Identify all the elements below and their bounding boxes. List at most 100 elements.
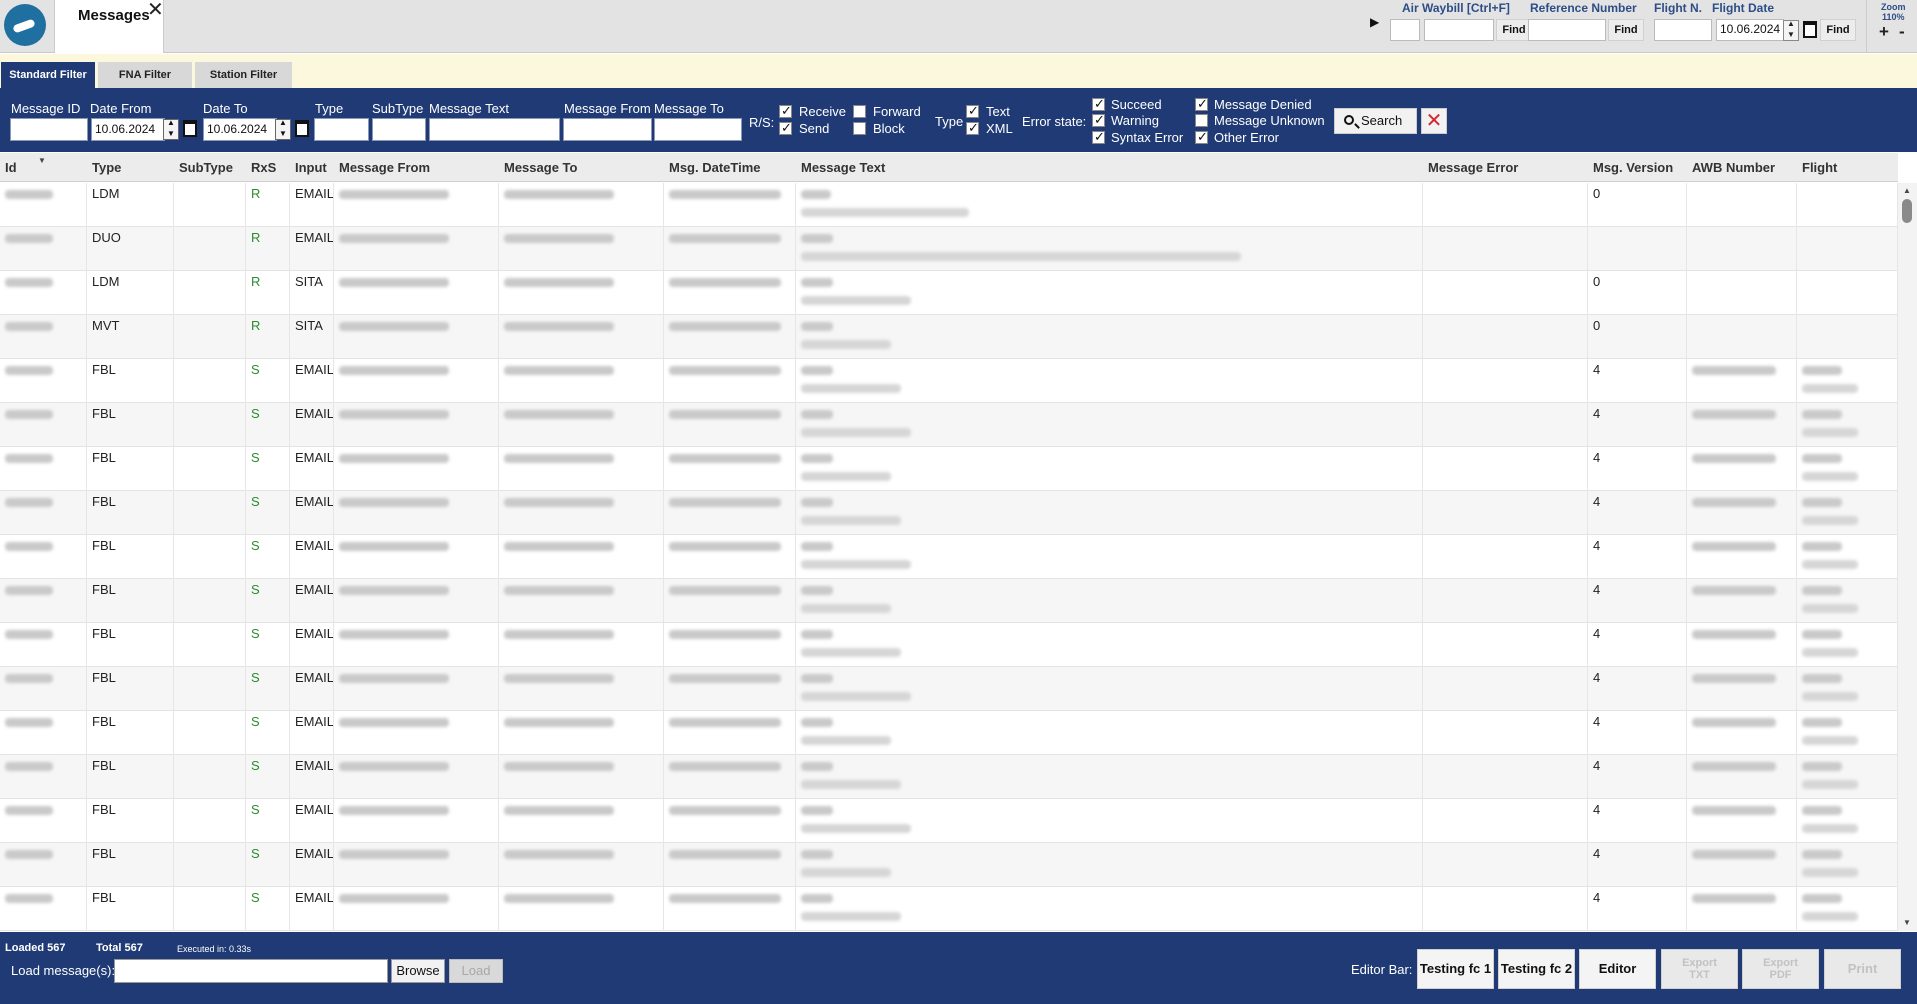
col-awb-number[interactable]: AWB Number: [1687, 153, 1797, 182]
text-checkbox[interactable]: [966, 103, 979, 119]
scroll-down-icon[interactable]: ▼: [1903, 918, 1911, 927]
cell-type: FBL: [87, 623, 174, 667]
col-subtype[interactable]: SubType: [174, 153, 246, 182]
cell-error: [1423, 227, 1588, 271]
col-msg-version[interactable]: Msg. Version: [1588, 153, 1687, 182]
col-input[interactable]: Input: [290, 153, 334, 182]
message-to-input[interactable]: [654, 118, 742, 141]
table-row[interactable]: FBL S EMAIL 4: [0, 403, 1898, 447]
testing-fc2-button[interactable]: Testing fc 2: [1498, 949, 1575, 989]
table-row[interactable]: FBL S EMAIL 4: [0, 711, 1898, 755]
expand-arrow-icon[interactable]: ▶: [1370, 15, 1379, 29]
scrollbar-thumb[interactable]: [1902, 199, 1912, 223]
cell-dt: [664, 799, 796, 843]
col-rxs[interactable]: RxS: [246, 153, 290, 182]
flight-find-button[interactable]: Find: [1820, 19, 1856, 41]
table-row[interactable]: DUO R EMAIL: [0, 227, 1898, 271]
col-id[interactable]: Id: [0, 153, 87, 182]
tab-station-filter[interactable]: Station Filter: [195, 62, 292, 88]
col-message-to[interactable]: Message To: [499, 153, 664, 182]
date-from-input[interactable]: 10.06.2024: [91, 118, 165, 141]
table-row[interactable]: FBL S EMAIL 4: [0, 447, 1898, 491]
redacted-text: [669, 586, 781, 595]
redacted-text: [669, 674, 781, 683]
cell-to: [499, 623, 664, 667]
vertical-scrollbar[interactable]: ▲ ▼: [1898, 183, 1917, 931]
message-denied-checkbox[interactable]: [1195, 96, 1208, 112]
close-tab-icon[interactable]: ✕: [147, 0, 164, 20]
clear-filter-button[interactable]: ✕: [1421, 108, 1447, 134]
message-text-input[interactable]: [429, 118, 560, 141]
flight-date-stepper[interactable]: [1783, 19, 1799, 41]
date-to-input[interactable]: 10.06.2024: [203, 118, 277, 141]
zoom-out-button[interactable]: -: [1899, 22, 1905, 42]
calendar-icon[interactable]: [1803, 21, 1817, 38]
date-to-stepper[interactable]: [275, 118, 291, 140]
table-row[interactable]: FBL S EMAIL 4: [0, 755, 1898, 799]
message-id-input[interactable]: [10, 118, 88, 141]
table-row[interactable]: FBL S EMAIL 4: [0, 359, 1898, 403]
cell-to: [499, 755, 664, 799]
type-input[interactable]: [314, 118, 369, 141]
date-from-stepper[interactable]: [163, 118, 179, 140]
scroll-up-icon[interactable]: ▲: [1903, 186, 1911, 195]
other-error-checkbox[interactable]: [1195, 129, 1208, 145]
message-unknown-checkbox[interactable]: [1195, 114, 1208, 127]
warning-checkbox[interactable]: [1092, 112, 1105, 128]
table-row[interactable]: FBL S EMAIL 4: [0, 843, 1898, 887]
table-row[interactable]: FBL S EMAIL 4: [0, 887, 1898, 931]
table-row[interactable]: MVT R SITA 0: [0, 315, 1898, 359]
table-row[interactable]: FBL S EMAIL 4: [0, 799, 1898, 843]
cell-type: DUO: [87, 227, 174, 271]
table-row[interactable]: LDM R SITA 0: [0, 271, 1898, 315]
testing-fc1-button[interactable]: Testing fc 1: [1417, 949, 1494, 989]
browse-button[interactable]: Browse: [391, 959, 445, 983]
editor-button[interactable]: Editor: [1579, 949, 1656, 989]
awb-find-button[interactable]: Find: [1496, 19, 1532, 41]
col-message-error[interactable]: Message Error: [1423, 153, 1588, 182]
awb-number-input[interactable]: [1424, 19, 1494, 41]
table-row[interactable]: LDM R EMAIL 0: [0, 183, 1898, 227]
col-message-from[interactable]: Message From: [334, 153, 499, 182]
block-checkbox[interactable]: [853, 122, 866, 135]
reference-find-button[interactable]: Find: [1608, 19, 1644, 41]
cell-rxs: S: [246, 755, 290, 799]
table-row[interactable]: FBL S EMAIL 4: [0, 667, 1898, 711]
table-row[interactable]: FBL S EMAIL 4: [0, 491, 1898, 535]
receive-checkbox[interactable]: [779, 103, 792, 119]
flight-date-input[interactable]: 10.06.2024: [1716, 19, 1784, 41]
succeed-checkbox[interactable]: [1092, 96, 1105, 112]
send-checkbox[interactable]: [779, 120, 792, 136]
warning-label: Warning: [1111, 113, 1159, 128]
date-from-calendar-icon[interactable]: [183, 120, 197, 137]
flight-number-input[interactable]: [1654, 19, 1712, 41]
reference-number-input[interactable]: [1528, 19, 1606, 41]
forward-checkbox[interactable]: [853, 105, 866, 118]
tab-fna-filter[interactable]: FNA Filter: [98, 62, 192, 88]
table-row[interactable]: FBL S EMAIL 4: [0, 623, 1898, 667]
cell-rxs: S: [246, 403, 290, 447]
message-from-input[interactable]: [563, 118, 652, 141]
subtype-input[interactable]: [372, 118, 426, 141]
col-type[interactable]: Type: [87, 153, 174, 182]
cell-to: [499, 887, 664, 931]
col-message-text[interactable]: Message Text: [796, 153, 1423, 182]
cell-id: [0, 403, 87, 447]
table-row[interactable]: FBL S EMAIL 4: [0, 579, 1898, 623]
zoom-in-button[interactable]: +: [1879, 22, 1889, 42]
tab-messages[interactable]: Messages ✕: [54, 0, 164, 53]
subtype-label: SubType: [372, 101, 424, 116]
search-button[interactable]: Search: [1334, 108, 1417, 134]
awb-prefix-input[interactable]: [1390, 19, 1420, 41]
table-row[interactable]: FBL S EMAIL 4: [0, 535, 1898, 579]
cell-id: [0, 491, 87, 535]
syntax-error-checkbox[interactable]: [1092, 129, 1105, 145]
col-flight[interactable]: Flight: [1797, 153, 1898, 182]
col-msg-datetime[interactable]: Msg. DateTime: [664, 153, 796, 182]
date-to-calendar-icon[interactable]: [295, 120, 309, 137]
redacted-text: [669, 366, 781, 375]
redacted-text: [1802, 850, 1842, 859]
xml-checkbox[interactable]: [966, 120, 979, 136]
tab-standard-filter[interactable]: Standard Filter: [1, 62, 95, 88]
load-messages-input[interactable]: [114, 959, 388, 983]
